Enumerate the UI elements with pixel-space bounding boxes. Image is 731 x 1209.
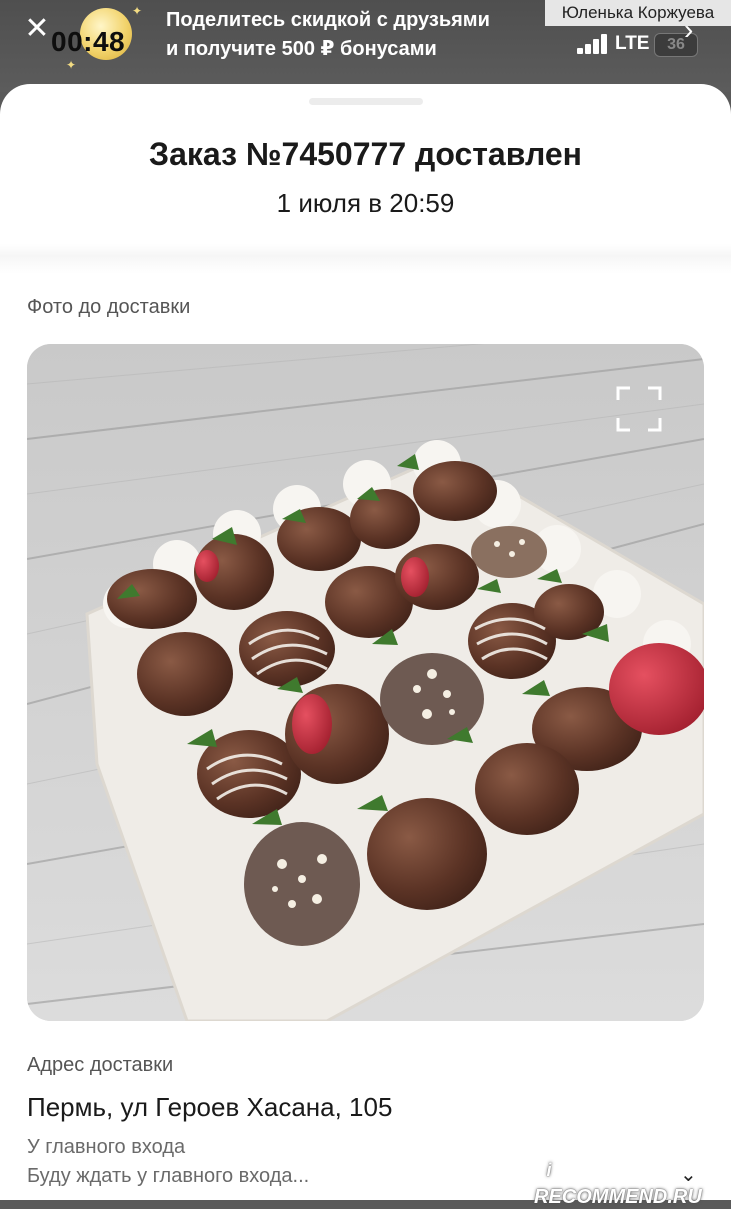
status-time: 00:48 bbox=[51, 26, 126, 57]
entrance-note: У главного входа bbox=[27, 1136, 186, 1158]
chevron-right-icon[interactable]: › bbox=[684, 14, 693, 46]
promo-text-line2: и получите 500 ₽ бонусами bbox=[166, 38, 437, 60]
delivery-address: Пермь, ул Героев Хасана, 105 bbox=[27, 1092, 393, 1122]
watermark-text: RECOMMEND.RU bbox=[534, 1186, 702, 1208]
divider bbox=[0, 244, 731, 274]
promo-text-line1: Поделитесь скидкой с друзьями bbox=[166, 9, 490, 31]
delivery-time: 1 июля в 20:59 bbox=[276, 188, 455, 218]
order-sheet: Заказ №7450777 доставлен 1 июля в 20:59 … bbox=[0, 84, 731, 1200]
close-icon[interactable]: ✕ bbox=[22, 14, 52, 44]
network-type: LTE bbox=[615, 33, 650, 54]
signal-icon bbox=[577, 34, 611, 54]
courier-comment[interactable]: Буду ждать у главного входа... bbox=[27, 1165, 309, 1188]
sheet-grabber[interactable] bbox=[309, 98, 423, 105]
watermark-badge: i bbox=[534, 1156, 564, 1186]
sparkle-icon: ✦ bbox=[132, 4, 143, 18]
promo-banner[interactable]: ✕ ✦ ✦ 00:48 Поделитесь скидкой с друзьям… bbox=[0, 0, 731, 92]
watermark: iRECOMMEND.RU bbox=[534, 1156, 720, 1208]
address-section-label: Адрес доставки bbox=[27, 1054, 174, 1076]
promo-text[interactable]: Поделитесь скидкой с друзьями и получите… bbox=[166, 6, 546, 64]
delivery-photo[interactable] bbox=[27, 344, 704, 1021]
user-name-tag: Юленька Коржуева bbox=[545, 0, 731, 26]
photo-section-label: Фото до доставки bbox=[27, 296, 191, 318]
order-title: Заказ №7450777 доставлен bbox=[149, 136, 582, 172]
fullscreen-icon[interactable] bbox=[616, 386, 662, 432]
strawberries-image bbox=[27, 344, 704, 1021]
sparkle-icon: ✦ bbox=[66, 58, 77, 72]
